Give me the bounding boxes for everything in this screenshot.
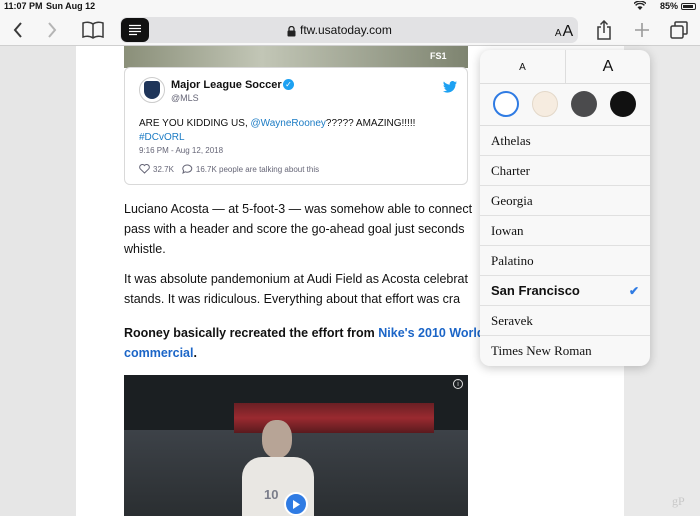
font-label: Times New Roman bbox=[491, 343, 592, 358]
video-player-head bbox=[262, 420, 292, 458]
tweet-text-suffix: ????? AMAZING!!!!! bbox=[325, 118, 416, 129]
font-option-san-francisco[interactable]: San Francisco ✔ bbox=[480, 276, 650, 306]
font-label: Athelas bbox=[491, 132, 531, 148]
font-option-palatino[interactable]: Palatino bbox=[480, 246, 650, 276]
url-text: ftw.usatoday.com bbox=[300, 23, 392, 37]
chevron-right-icon bbox=[48, 22, 57, 38]
tweet-author-name[interactable]: Major League Soccer bbox=[171, 79, 282, 91]
tweet-handle[interactable]: @MLS bbox=[171, 93, 199, 103]
tabs-button[interactable] bbox=[666, 14, 692, 46]
article-paragraph-1: Luciano Acosta — at 5-foot-3 — was someh… bbox=[124, 199, 484, 259]
address-bar[interactable]: ftw.usatoday.com AA bbox=[120, 17, 578, 43]
font-label: Iowan bbox=[491, 222, 524, 238]
font-label: Seravek bbox=[491, 312, 533, 328]
font-option-charter[interactable]: Charter bbox=[480, 156, 650, 186]
theme-row bbox=[480, 84, 650, 126]
plus-icon bbox=[635, 23, 649, 37]
font-option-georgia[interactable]: Georgia bbox=[480, 186, 650, 216]
theme-black-button[interactable] bbox=[610, 91, 636, 117]
theme-sepia-button[interactable] bbox=[532, 91, 558, 117]
play-button[interactable] bbox=[284, 492, 308, 516]
share-button[interactable] bbox=[592, 14, 616, 46]
paragraph-line: whistle. bbox=[124, 242, 166, 256]
font-label: Georgia bbox=[491, 192, 533, 208]
font-label: Charter bbox=[491, 162, 530, 178]
status-date: Sun Aug 12 bbox=[46, 1, 96, 11]
font-list: Athelas Charter Georgia Iowan Palatino S… bbox=[480, 126, 650, 366]
embedded-video-top[interactable] bbox=[124, 46, 468, 68]
article-paragraph-3: Rooney basically recreated the effort fr… bbox=[124, 323, 484, 363]
tweet-text-prefix: ARE YOU KIDDING US, bbox=[139, 118, 251, 129]
paragraph-line: pass with a header and score the go-ahea… bbox=[124, 222, 465, 236]
paragraph-line: Luciano Acosta — at 5-foot-3 — was someh… bbox=[124, 202, 473, 216]
book-icon bbox=[82, 21, 104, 39]
commercial-link[interactable]: commercial bbox=[124, 346, 193, 360]
back-button[interactable] bbox=[8, 14, 28, 46]
decrease-font-size-button[interactable]: A bbox=[480, 50, 565, 84]
increase-font-size-button[interactable]: A bbox=[565, 50, 650, 84]
font-option-athelas[interactable]: Athelas bbox=[480, 126, 650, 156]
paragraph-text: Rooney basically recreated the effort fr… bbox=[124, 326, 379, 340]
battery-percent: 85% bbox=[660, 1, 679, 11]
fs1-badge: FS1 bbox=[430, 51, 447, 61]
font-label: San Francisco bbox=[491, 283, 580, 298]
font-size-row: A A bbox=[480, 50, 650, 84]
article-paragraph-2: It was absolute pandemonium at Audi Fiel… bbox=[124, 269, 484, 309]
tweet-talking-count[interactable]: 16.7K people are talking about this bbox=[196, 165, 319, 174]
status-time: 11:07 PM bbox=[4, 1, 43, 11]
lock-icon bbox=[287, 24, 296, 42]
paragraph-line: stands. It was ridiculous. Everything ab… bbox=[124, 292, 461, 306]
checkmark-icon: ✔ bbox=[628, 284, 639, 298]
status-bar: 11:07 PM Sun Aug 12 85% bbox=[0, 0, 700, 14]
forward-button[interactable] bbox=[42, 14, 62, 46]
battery-icon bbox=[681, 3, 696, 10]
paragraph-line: It was absolute pandemonium at Audi Fiel… bbox=[124, 272, 468, 286]
play-icon bbox=[293, 499, 300, 509]
font-option-seravek[interactable]: Seravek bbox=[480, 306, 650, 336]
chevron-left-icon bbox=[13, 22, 22, 38]
bookmarks-button[interactable] bbox=[80, 14, 106, 46]
nike-2010-world-link[interactable]: Nike's 2010 World bbox=[378, 326, 484, 340]
comment-bubble-icon[interactable] bbox=[182, 164, 193, 174]
tweet-mention-link[interactable]: @WayneRooney bbox=[251, 118, 326, 129]
aa-small-letter: A bbox=[554, 28, 562, 39]
paragraph-text: . bbox=[193, 346, 197, 360]
theme-white-button[interactable] bbox=[493, 91, 519, 117]
tweet-text: ARE YOU KIDDING US, @WayneRooney????? AM… bbox=[139, 117, 459, 145]
tweet-timestamp[interactable]: 9:16 PM - Aug 12, 2018 bbox=[139, 146, 223, 155]
groovypost-watermark: gP bbox=[672, 494, 685, 508]
theme-gray-button[interactable] bbox=[571, 91, 597, 117]
font-option-times-new-roman[interactable]: Times New Roman bbox=[480, 336, 650, 366]
embedded-tweet[interactable]: Major League Soccer ✓ @MLS ARE YOU KIDDI… bbox=[124, 67, 468, 185]
aa-large-letter: A bbox=[562, 23, 574, 40]
info-icon[interactable]: i bbox=[453, 379, 463, 389]
browser-toolbar: ftw.usatoday.com AA bbox=[0, 14, 700, 46]
twitter-bird-icon[interactable] bbox=[443, 80, 457, 98]
font-label: Palatino bbox=[491, 252, 534, 268]
tweet-engagement: 32.7K 16.7K people are talking about thi… bbox=[139, 164, 319, 174]
reader-settings-popover: A A Athelas Charter Georgia Iowan Palati… bbox=[480, 50, 650, 366]
page-margin bbox=[0, 46, 76, 516]
reader-view-button[interactable] bbox=[121, 18, 149, 42]
reader-lines-icon bbox=[129, 24, 141, 36]
tweet-like-count[interactable]: 32.7K bbox=[153, 165, 174, 174]
verified-badge-icon: ✓ bbox=[283, 79, 294, 90]
share-icon bbox=[597, 20, 611, 40]
video-player[interactable]: 10 i bbox=[124, 375, 468, 516]
heart-icon[interactable] bbox=[139, 164, 150, 174]
tweet-hashtag-link[interactable]: #DCvORL bbox=[139, 132, 185, 143]
new-tab-button[interactable] bbox=[630, 14, 654, 46]
text-size-button[interactable]: AA bbox=[552, 19, 576, 41]
wifi-icon bbox=[633, 0, 647, 13]
mls-avatar[interactable] bbox=[139, 77, 165, 103]
jersey-number: 10 bbox=[264, 487, 279, 502]
font-option-iowan[interactable]: Iowan bbox=[480, 216, 650, 246]
tabs-icon bbox=[670, 21, 688, 39]
